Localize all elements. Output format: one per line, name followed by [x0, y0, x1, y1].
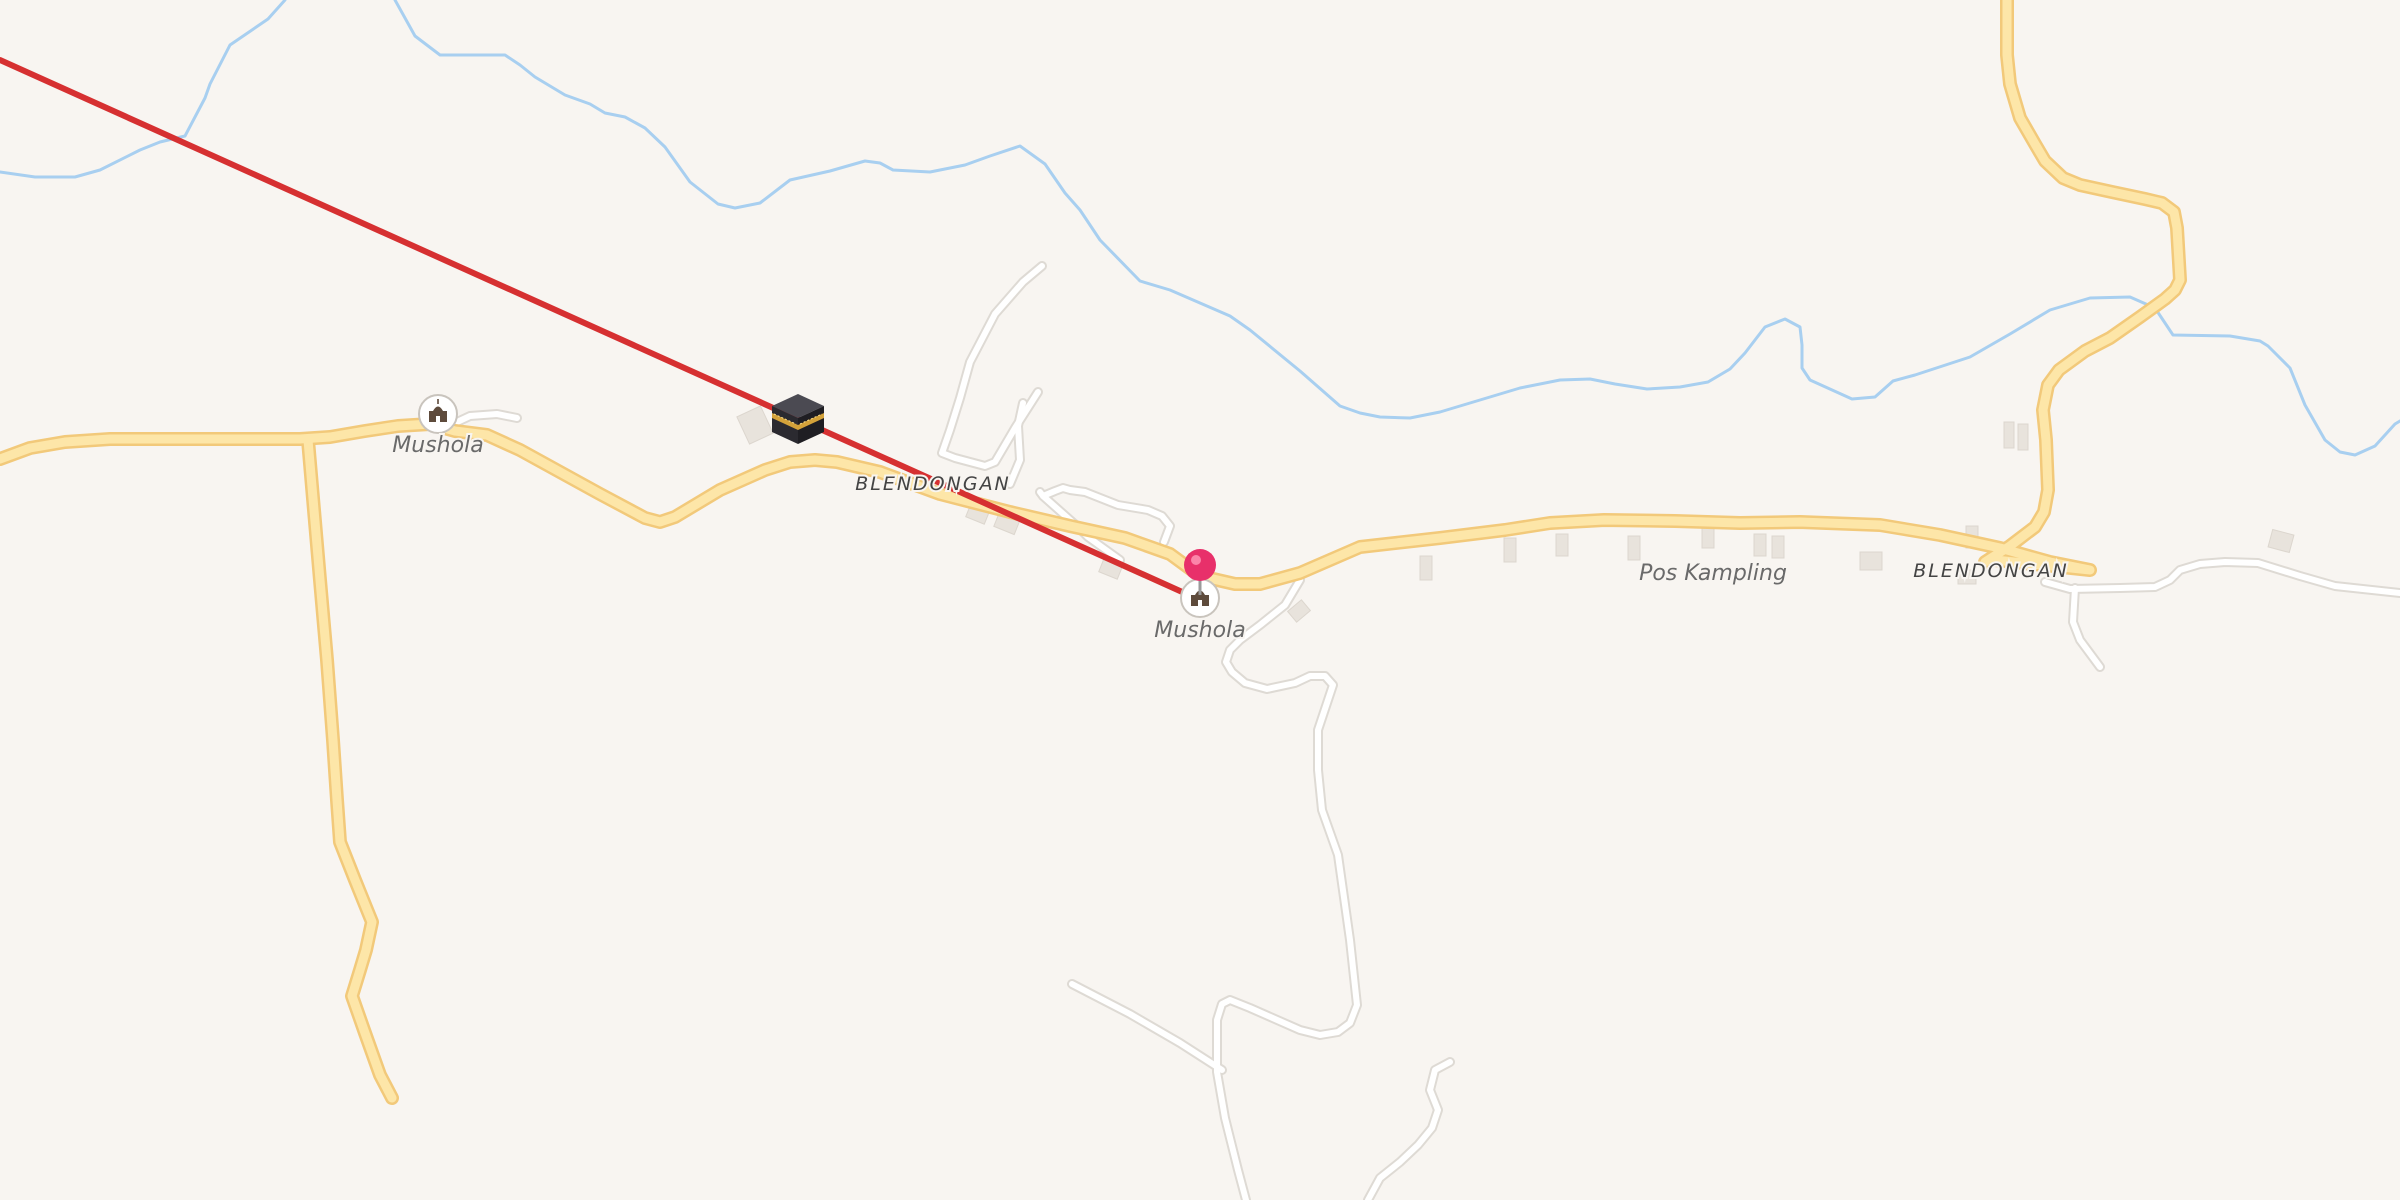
- building: [2017, 423, 2029, 451]
- building: [1627, 535, 1641, 561]
- building: [1419, 555, 1433, 581]
- minor-road-southeast: [1365, 1059, 1453, 1200]
- building: [1771, 535, 1785, 559]
- building: [2267, 528, 2295, 554]
- place-label-blendongan-west: BLENDONGAN: [855, 473, 1011, 495]
- place-label-blendongan-east: BLENDONGAN: [1913, 560, 2069, 582]
- minor-road-north-branch: [939, 263, 1045, 469]
- building: [1753, 533, 1767, 557]
- building: [1555, 533, 1569, 557]
- river-upper-left: [0, 0, 287, 179]
- poi-label-pos-kampling: Pos Kampling: [1639, 561, 1787, 586]
- poi-label-mushola-west: Mushola: [392, 433, 483, 458]
- minor-road-southwest: [1069, 981, 1225, 1073]
- building: [736, 405, 774, 445]
- river-layer: [0, 0, 2400, 457]
- qibla-direction-line: [0, 57, 1203, 603]
- building: [1701, 527, 1715, 549]
- major-road-south: [303, 435, 397, 1103]
- building: [2003, 421, 2015, 449]
- mosque-icon: [418, 394, 458, 434]
- poi-label-mushola-center: Mushola: [1154, 618, 1245, 643]
- river-main: [393, 0, 2400, 457]
- minor-road-layer: [450, 261, 2400, 1200]
- kaaba-icon[interactable]: [772, 394, 824, 444]
- map-canvas[interactable]: Mushola BLENDONGAN Mushola Pos Kampling …: [0, 0, 2400, 1200]
- major-road-north: [1980, 0, 2185, 567]
- building: [1859, 551, 1883, 571]
- building: [1503, 537, 1517, 563]
